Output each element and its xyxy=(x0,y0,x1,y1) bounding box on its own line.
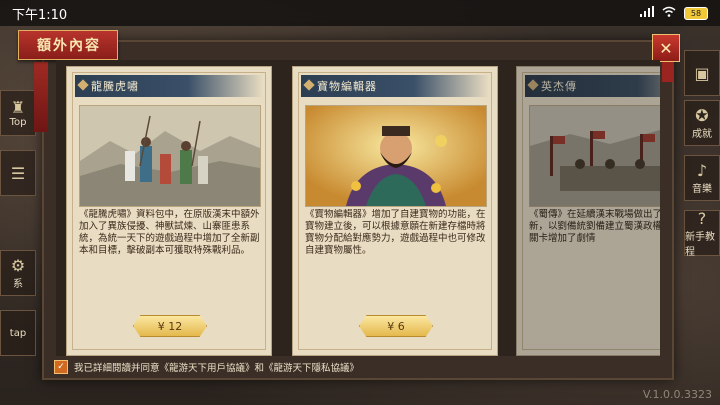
scroll-icon: ☰ xyxy=(10,163,26,183)
card-title: 英杰傳 xyxy=(541,80,577,93)
card-title: 寶物編輯器 xyxy=(317,80,377,93)
agreement-checkbox[interactable]: ✓ xyxy=(54,360,68,374)
side-item-tap[interactable]: tap xyxy=(0,310,36,356)
card-artwork-battle xyxy=(79,105,261,207)
music-icon: ♪ xyxy=(696,161,708,180)
tutorial-icon: ? xyxy=(697,208,707,228)
status-bar: 下午1:10 58 xyxy=(0,0,720,26)
achievement-icon: ✪ xyxy=(695,106,709,125)
card-title: 龍騰虎嘯 xyxy=(91,80,139,93)
buy-button[interactable]: ¥ 6 xyxy=(359,315,433,337)
card-artwork-army xyxy=(529,105,660,207)
agreement-text[interactable]: 我已詳細閱讀并同意《龍游天下用戶協議》和《龍游天下隱私協議》 xyxy=(74,360,359,374)
card-title-bar: 寶物編輯器 xyxy=(301,75,489,97)
side-item-r1[interactable]: ▣ xyxy=(684,50,720,96)
status-time: 下午1:10 xyxy=(12,7,68,23)
checkmark-icon: ✓ xyxy=(57,362,65,372)
side-item-tutorial[interactable]: ? 新手教程 xyxy=(684,208,720,258)
system-icon: ⚙ xyxy=(10,256,26,275)
dlc-card-list[interactable]: 龍騰虎嘯 《龍騰虎嘯》資料包中，在原版漢末中額外加入了異族侵擾、神獸試煉、山寨匪… xyxy=(56,60,660,356)
dialog-title-tab: 額外內容 xyxy=(18,30,118,60)
dlc-card-treasure-editor[interactable]: 寶物編輯器 《寶物編輯器》增加了自建寶物的功能，在寶物建立後，可以根據意願在新建… xyxy=(292,66,498,356)
book-icon: ▣ xyxy=(694,63,710,83)
side-item-top[interactable]: ♜ Top xyxy=(0,90,36,136)
title-ribbon-tail xyxy=(34,62,48,132)
dialog-title: 額外內容 xyxy=(18,30,118,60)
card-title-bar: 龍騰虎嘯 xyxy=(75,75,263,97)
side-item-3[interactable]: ⚙ 系 xyxy=(0,250,36,296)
right-side-menu: ▣ ✪ 成就 ♪ 音樂 ? 新手教程 xyxy=(684,50,720,390)
agreement-row[interactable]: ✓ 我已詳細閱讀并同意《龍游天下用戶協議》和《龍游天下隱私協議》 xyxy=(54,360,614,374)
card-title-bar: 英杰傳 xyxy=(525,75,660,97)
card-artwork-merchant xyxy=(305,105,487,207)
dlc-card-longteng[interactable]: 龍騰虎嘯 《龍騰虎嘯》資料包中，在原版漢末中額外加入了異族侵擾、神獸試煉、山寨匪… xyxy=(66,66,272,356)
rank-icon: ♜ xyxy=(10,98,26,117)
signal-icon xyxy=(640,5,654,21)
close-icon: ✕ xyxy=(659,38,673,58)
battery-icon: 58 xyxy=(684,6,708,20)
card-description: 《蜀傳》在延續漢末戰場做出了一定的創新，以劉備統劉備建立蜀漢政權之路，配合關卡增… xyxy=(529,209,660,244)
left-side-menu: ♜ Top ☰ ⚙ 系 tap xyxy=(0,50,36,390)
buy-button[interactable]: ¥ 12 xyxy=(133,315,207,337)
close-button[interactable]: ✕ xyxy=(652,34,680,62)
version-label: V.1.0.0.3323 xyxy=(642,388,712,401)
wifi-icon xyxy=(662,6,676,21)
side-item-2[interactable]: ☰ xyxy=(0,150,36,196)
side-item-achievement[interactable]: ✪ 成就 xyxy=(684,100,720,146)
dlc-card-hero-legend[interactable]: 英杰傳 《蜀傳》在延續漢末戰場做出了一定的創新，以劉備統劉備 xyxy=(516,66,660,356)
card-description: 《龍騰虎嘯》資料包中，在原版漢末中額外加入了異族侵擾、神獸試煉、山寨匪患系統，為… xyxy=(79,209,260,256)
side-item-music[interactable]: ♪ 音樂 xyxy=(684,155,720,201)
extra-content-dialog: 額外內容 ✕ 龍騰虎嘯 《龍騰虎嘯》資料包中，在原版漢末中額外加入了異族侵擾、神… xyxy=(18,30,680,380)
card-description: 《寶物編輯器》增加了自建寶物的功能，在寶物建立後，可以根據意願在新建存檔時將寶物… xyxy=(305,209,486,256)
status-icons: 58 xyxy=(640,5,708,21)
